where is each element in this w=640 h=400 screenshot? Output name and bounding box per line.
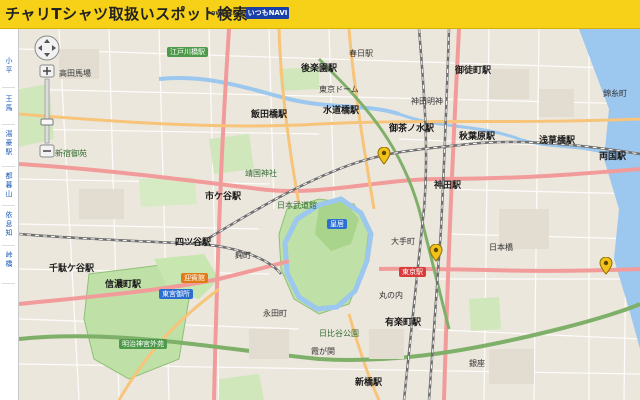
- sidebar-item-4[interactable]: 都 暮 山: [0, 172, 18, 199]
- map-label: 銀座: [469, 359, 485, 368]
- station-label[interactable]: 神田駅: [434, 182, 461, 191]
- map-label: 東京ドーム: [319, 85, 359, 94]
- sidebar-divider: [2, 205, 15, 206]
- landmark-label[interactable]: 迎賓館: [181, 273, 208, 283]
- station-label[interactable]: 浅草橋駅: [539, 137, 575, 146]
- station-label[interactable]: 飯田橋駅: [251, 111, 287, 120]
- sidebar-divider: [2, 166, 15, 167]
- map-label: 新宿御苑: [55, 149, 87, 158]
- station-label[interactable]: 後楽園駅: [301, 65, 337, 74]
- station-label[interactable]: 御茶ノ水駅: [389, 125, 434, 134]
- sidebar-item-5[interactable]: 依 息 知: [0, 211, 18, 238]
- station-label[interactable]: 信濃町駅: [105, 281, 141, 290]
- station-label[interactable]: 春日駅: [349, 49, 373, 58]
- sidebar-item-1[interactable]: 小 平: [0, 57, 18, 75]
- map-label: 丸の内: [379, 291, 403, 300]
- sidebar: 小 平 王 馬 湯 豪 駅 都 暮 山 依 息 知 峠 橋: [0, 29, 19, 400]
- station-label[interactable]: 千駄ケ谷駅: [49, 265, 94, 274]
- sidebar-item-6[interactable]: 峠 橋: [0, 251, 18, 269]
- station-label[interactable]: 有楽町駅: [385, 319, 421, 328]
- station-label[interactable]: 両国駅: [599, 153, 626, 162]
- spot-marker-icon[interactable]: [599, 257, 613, 275]
- map-label: 錦糸町: [603, 89, 627, 98]
- sidebar-divider: [2, 124, 15, 125]
- map-label: 日本橋: [489, 243, 513, 252]
- sidebar-divider: [2, 283, 15, 284]
- station-label[interactable]: 新橋駅: [355, 379, 382, 388]
- map-label: 麹町: [235, 251, 251, 260]
- sidebar-divider: [2, 245, 15, 246]
- spot-marker-icon[interactable]: [429, 244, 443, 262]
- pan-zoom-icon[interactable]: [32, 35, 62, 165]
- landmark-label[interactable]: 皇居: [327, 219, 347, 229]
- powered-by-text: POWERED BY: [207, 11, 248, 17]
- map-label: 高田馬場: [59, 69, 91, 78]
- map-label: 大手町: [391, 237, 415, 246]
- sidebar-item-3[interactable]: 湯 豪 駅: [0, 130, 18, 157]
- map-label: 日本武道館: [277, 201, 317, 210]
- sidebar-divider: [2, 87, 15, 88]
- spot-marker-icon[interactable]: [377, 147, 391, 165]
- station-label[interactable]: 四ツ谷駅: [175, 239, 211, 248]
- station-label[interactable]: 水道橋駅: [323, 107, 359, 116]
- brand-logo[interactable]: いつもNAVI: [246, 7, 289, 19]
- zoom-control: [32, 35, 62, 165]
- map-canvas[interactable]: 江戸川橋駅 高田馬場 後楽園駅 春日駅 御徒町駅 飯田橋駅 水道橋駅 御茶ノ水駅…: [19, 29, 640, 400]
- app-header: チャリTシャツ取扱いスポット検索 POWERED BY いつもNAVI: [0, 0, 640, 29]
- station-label[interactable]: 江戸川橋駅: [167, 47, 208, 57]
- map-label: 霞が関: [311, 347, 335, 356]
- map-label: 永田町: [263, 309, 287, 318]
- landmark-label[interactable]: 東宮御所: [159, 289, 193, 299]
- landmark-label[interactable]: 明治神宮外苑: [119, 339, 167, 349]
- sidebar-item-2[interactable]: 王 馬: [0, 95, 18, 113]
- map-label: 日比谷公園: [319, 329, 359, 338]
- station-label[interactable]: 市ケ谷駅: [205, 193, 241, 202]
- station-label[interactable]: 秋葉原駅: [459, 133, 495, 142]
- station-label[interactable]: 東京駅: [399, 267, 426, 277]
- station-label[interactable]: 御徒町駅: [455, 67, 491, 76]
- map-label: 神田明神: [411, 97, 443, 106]
- map-label: 靖国神社: [245, 169, 277, 178]
